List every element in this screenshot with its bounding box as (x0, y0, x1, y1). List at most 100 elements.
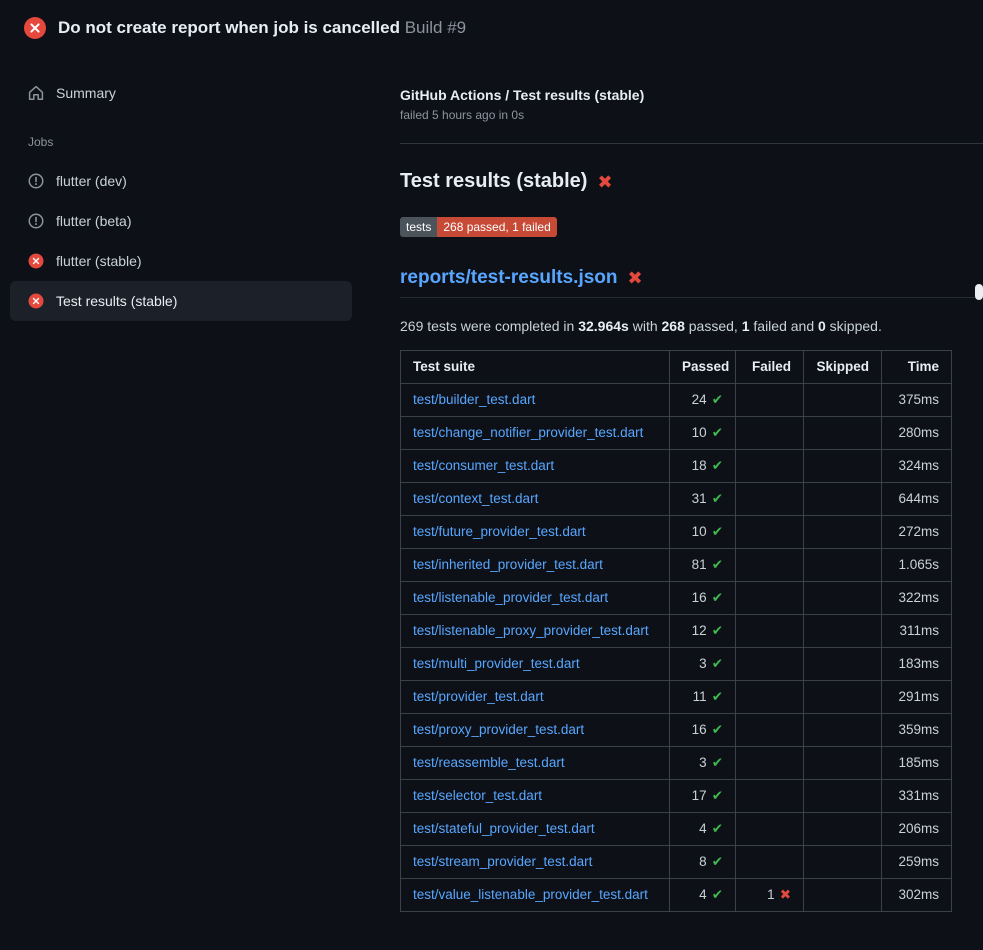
table-row: test/inherited_provider_test.dart 81✔ 1.… (401, 549, 952, 582)
check-icon: ✔ (712, 557, 723, 572)
check-icon: ✔ (712, 788, 723, 803)
passed-cell: 12✔ (670, 615, 736, 648)
sidebar-item-flutter-stable[interactable]: flutter (stable) (10, 241, 352, 281)
failed-cell (736, 813, 804, 846)
time-cell: 311ms (882, 615, 952, 648)
sidebar-item-summary[interactable]: Summary (10, 73, 352, 113)
passed-cell: 16✔ (670, 714, 736, 747)
passed-count: 10 (692, 524, 707, 539)
passed-count: 31 (692, 491, 707, 506)
time-cell: 183ms (882, 648, 952, 681)
passed-count: 10 (692, 425, 707, 440)
table-row: test/provider_test.dart 11✔ 291ms (401, 681, 952, 714)
test-suite-link[interactable]: test/stream_provider_test.dart (413, 854, 592, 869)
passed-cell: 4✔ (670, 879, 736, 912)
time-cell: 206ms (882, 813, 952, 846)
table-row: test/reassemble_test.dart 3✔ 185ms (401, 747, 952, 780)
passed-cell: 4✔ (670, 813, 736, 846)
test-suite-link[interactable]: test/context_test.dart (413, 491, 538, 506)
skipped-cell (804, 549, 882, 582)
test-suite-link[interactable]: test/proxy_provider_test.dart (413, 722, 584, 737)
summary-passed-word: passed, (685, 318, 742, 334)
passed-count: 3 (699, 656, 707, 671)
table-row: test/listenable_proxy_provider_test.dart… (401, 615, 952, 648)
check-icon: ✔ (712, 821, 723, 836)
test-suite-link[interactable]: test/change_notifier_provider_test.dart (413, 425, 643, 440)
passed-cell: 3✔ (670, 747, 736, 780)
passed-cell: 18✔ (670, 450, 736, 483)
failed-cell (736, 483, 804, 516)
skipped-cell (804, 747, 882, 780)
check-icon: ✔ (712, 623, 723, 638)
test-suite-link[interactable]: test/selector_test.dart (413, 788, 542, 803)
run-title: Do not create report when job is cancell… (58, 18, 400, 37)
check-run-content: GitHub Actions / Test results (stable) f… (400, 56, 983, 912)
summary-text: 269 tests were completed in 32.964s with… (400, 318, 983, 334)
passed-count: 16 (692, 722, 707, 737)
results-table: Test suite Passed Failed Skipped Time te… (400, 350, 952, 912)
failed-cell (736, 384, 804, 417)
x-circle-icon (28, 253, 44, 269)
passed-cell: 8✔ (670, 846, 736, 879)
table-row: test/value_listenable_provider_test.dart… (401, 879, 952, 912)
table-row: test/builder_test.dart 24✔ 375ms (401, 384, 952, 417)
summary-with: with (629, 318, 662, 334)
test-suite-link[interactable]: test/reassemble_test.dart (413, 755, 565, 770)
column-header-failed: Failed (736, 351, 804, 384)
summary-duration: 32.964s (578, 318, 629, 334)
table-header-row: Test suite Passed Failed Skipped Time (401, 351, 952, 384)
test-suite-link[interactable]: test/provider_test.dart (413, 689, 544, 704)
time-cell: 302ms (882, 879, 952, 912)
table-row: test/stream_provider_test.dart 8✔ 259ms (401, 846, 952, 879)
skipped-cell (804, 615, 882, 648)
x-circle-icon (28, 293, 44, 309)
skipped-cell (804, 648, 882, 681)
table-row: test/proxy_provider_test.dart 16✔ 359ms (401, 714, 952, 747)
skipped-cell (804, 879, 882, 912)
passed-count: 81 (692, 557, 707, 572)
job-label: Test results (stable) (56, 293, 177, 309)
table-row: test/change_notifier_provider_test.dart … (401, 417, 952, 450)
passed-cell: 10✔ (670, 417, 736, 450)
suite-cell: test/future_provider_test.dart (401, 516, 670, 549)
jobs-section-label: Jobs (28, 135, 352, 149)
suite-cell: test/change_notifier_provider_test.dart (401, 417, 670, 450)
time-cell: 280ms (882, 417, 952, 450)
test-suite-link[interactable]: test/listenable_proxy_provider_test.dart (413, 623, 649, 638)
divider (400, 143, 983, 144)
test-suite-link[interactable]: test/future_provider_test.dart (413, 524, 586, 539)
time-cell: 259ms (882, 846, 952, 879)
test-suite-link[interactable]: test/consumer_test.dart (413, 458, 554, 473)
results-table-body: test/builder_test.dart 24✔ 375ms test/ch… (401, 384, 952, 912)
sidebar-summary-label: Summary (56, 85, 116, 101)
check-icon: ✔ (712, 887, 723, 902)
scrollbar-thumb[interactable] (975, 284, 983, 300)
test-suite-link[interactable]: test/builder_test.dart (413, 392, 535, 407)
skipped-cell (804, 417, 882, 450)
test-suite-link[interactable]: test/value_listenable_provider_test.dart (413, 887, 648, 902)
report-link[interactable]: reports/test-results.json (400, 267, 618, 289)
x-icon: ✖ (597, 173, 612, 191)
alert-circle-icon (28, 213, 44, 229)
test-suite-link[interactable]: test/inherited_provider_test.dart (413, 557, 603, 572)
test-suite-link[interactable]: test/multi_provider_test.dart (413, 656, 580, 671)
failed-cell (736, 417, 804, 450)
passed-cell: 24✔ (670, 384, 736, 417)
job-label: flutter (dev) (56, 173, 127, 189)
x-icon: ✖ (780, 887, 791, 902)
failed-cell (736, 846, 804, 879)
check-icon: ✔ (712, 755, 723, 770)
test-suite-link[interactable]: test/stateful_provider_test.dart (413, 821, 595, 836)
sidebar-item-flutter-dev[interactable]: flutter (dev) (10, 161, 352, 201)
sidebar-item-flutter-beta[interactable]: flutter (beta) (10, 201, 352, 241)
check-icon: ✔ (712, 524, 723, 539)
sidebar-item-test-results-stable[interactable]: Test results (stable) (10, 281, 352, 321)
failed-cell (736, 549, 804, 582)
failed-cell (736, 780, 804, 813)
suite-cell: test/builder_test.dart (401, 384, 670, 417)
test-suite-link[interactable]: test/listenable_provider_test.dart (413, 590, 608, 605)
check-icon: ✔ (712, 458, 723, 473)
suite-cell: test/multi_provider_test.dart (401, 648, 670, 681)
failed-cell (736, 681, 804, 714)
check-icon: ✔ (712, 491, 723, 506)
